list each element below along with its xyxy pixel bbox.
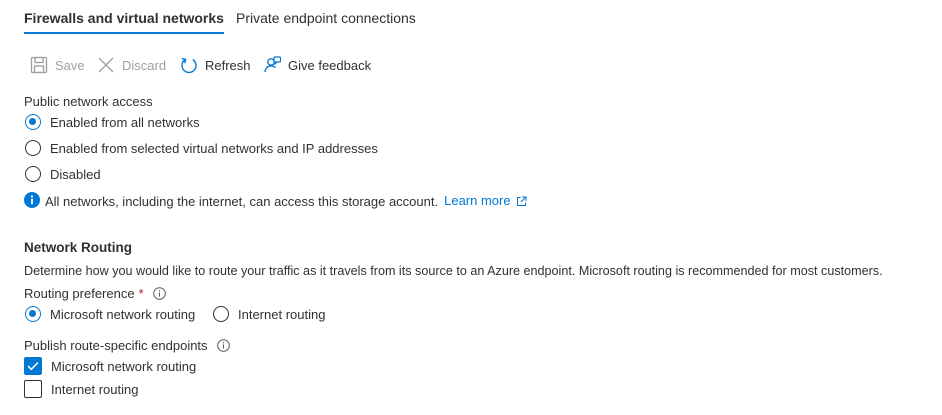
learn-more-link[interactable]: Learn more bbox=[444, 193, 527, 209]
save-icon bbox=[30, 56, 48, 74]
checkbox-label: Internet routing bbox=[51, 381, 139, 397]
network-routing-title: Network Routing bbox=[24, 240, 132, 255]
radio-label: Disabled bbox=[50, 166, 101, 182]
refresh-label: Refresh bbox=[205, 57, 251, 73]
checkbox[interactable] bbox=[24, 357, 42, 375]
info-text: All networks, including the internet, ca… bbox=[45, 194, 439, 209]
publish-endpoints-label: Publish route-specific endpoints bbox=[24, 338, 230, 353]
checkbox-internet-routing[interactable]: Internet routing bbox=[24, 380, 138, 398]
feedback-label: Give feedback bbox=[288, 57, 372, 73]
radio-label: Microsoft network routing bbox=[50, 306, 196, 322]
save-button[interactable]: Save bbox=[30, 53, 85, 77]
discard-label: Discard bbox=[122, 57, 167, 73]
checkbox-label: Microsoft network routing bbox=[51, 358, 197, 374]
radio-button[interactable] bbox=[25, 114, 41, 130]
radio-label: Enabled from selected virtual networks a… bbox=[50, 140, 378, 156]
radio-button[interactable] bbox=[25, 306, 41, 322]
info-icon bbox=[24, 192, 40, 211]
checkbox[interactable] bbox=[24, 380, 42, 398]
radio-microsoft-network-routing[interactable]: Microsoft network routing bbox=[25, 306, 195, 322]
discard-button[interactable]: Discard bbox=[97, 53, 166, 77]
tab-private-endpoint-connections[interactable]: Private endpoint connections bbox=[236, 9, 416, 33]
info-message: All networks, including the internet, ca… bbox=[24, 192, 527, 211]
checkmark-icon bbox=[27, 359, 39, 374]
radio-label: Enabled from all networks bbox=[50, 114, 200, 130]
radio-button[interactable] bbox=[213, 306, 229, 322]
external-link-icon bbox=[516, 195, 527, 210]
routing-preference-label: Routing preference * bbox=[24, 286, 166, 301]
radio-enabled-all-networks[interactable]: Enabled from all networks bbox=[25, 114, 200, 130]
refresh-button[interactable]: Refresh bbox=[180, 53, 251, 77]
checkbox-microsoft-network-routing[interactable]: Microsoft network routing bbox=[24, 357, 196, 375]
info-icon[interactable] bbox=[216, 339, 230, 352]
network-routing-description: Determine how you would like to route yo… bbox=[24, 264, 883, 278]
radio-enabled-selected-networks[interactable]: Enabled from selected virtual networks a… bbox=[25, 140, 378, 156]
radio-internet-routing[interactable]: Internet routing bbox=[213, 306, 325, 322]
public-network-access-label: Public network access bbox=[24, 94, 153, 109]
publish-endpoints-text: Publish route-specific endpoints bbox=[24, 338, 208, 353]
give-feedback-button[interactable]: Give feedback bbox=[263, 53, 371, 77]
routing-preference-text: Routing preference bbox=[24, 286, 135, 301]
required-marker: * bbox=[138, 286, 144, 301]
radio-disabled[interactable]: Disabled bbox=[25, 166, 101, 182]
learn-more-label: Learn more bbox=[444, 193, 511, 209]
save-label: Save bbox=[55, 57, 85, 73]
info-icon[interactable] bbox=[152, 287, 166, 300]
tab-firewalls-and-virtual-networks[interactable]: Firewalls and virtual networks bbox=[24, 9, 224, 34]
close-icon bbox=[97, 56, 115, 74]
radio-button[interactable] bbox=[25, 140, 41, 156]
refresh-icon bbox=[180, 56, 198, 74]
radio-label: Internet routing bbox=[238, 306, 326, 322]
feedback-icon bbox=[263, 56, 281, 74]
radio-button[interactable] bbox=[25, 166, 41, 182]
